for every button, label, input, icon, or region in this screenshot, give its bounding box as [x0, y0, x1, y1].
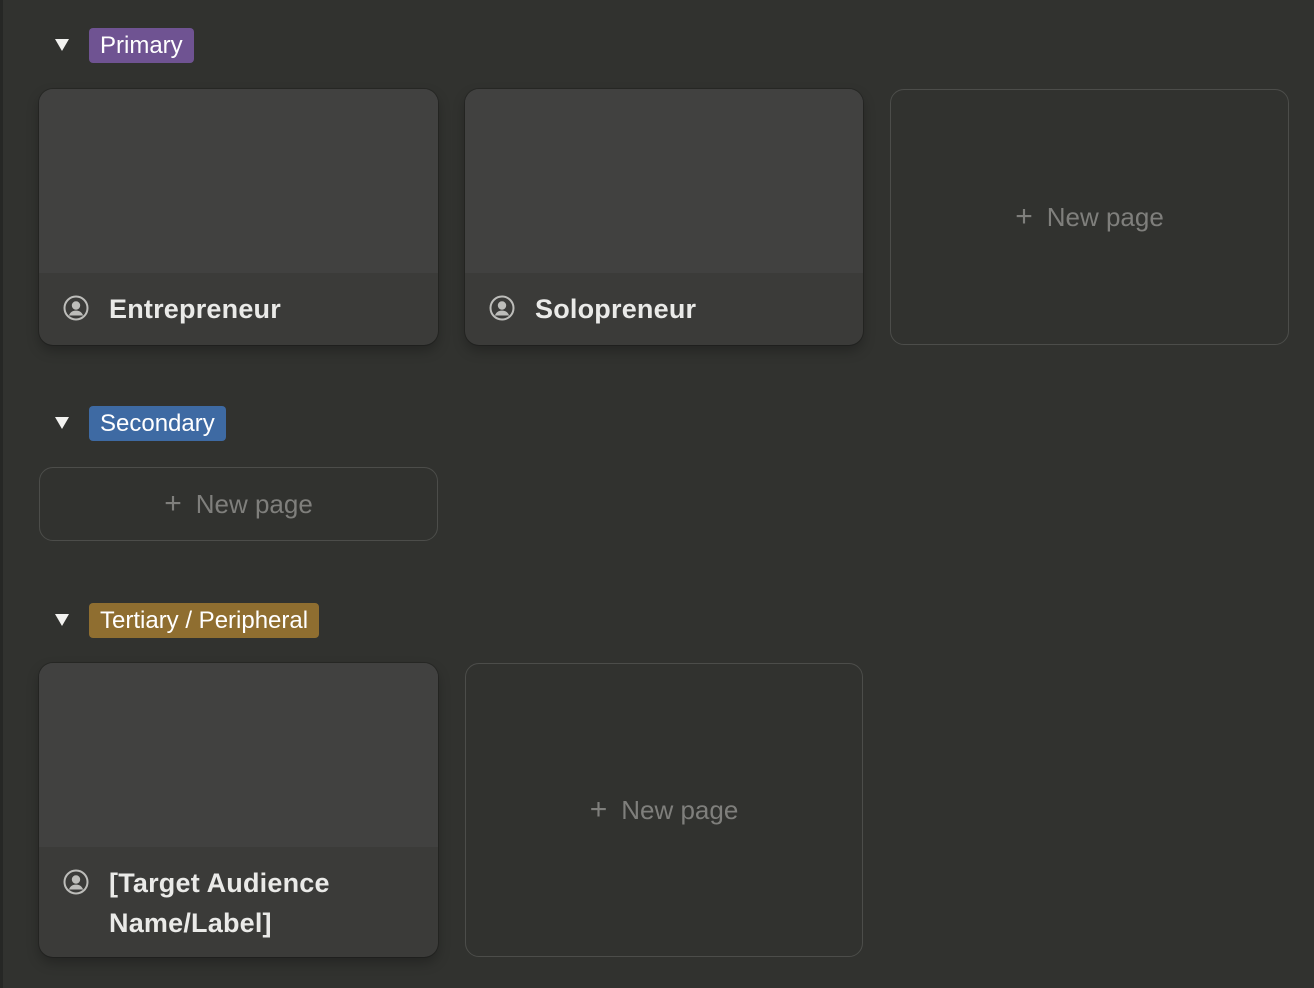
plus-icon: + [164, 487, 182, 520]
user-circle-icon [489, 295, 515, 321]
left-divider [0, 0, 3, 988]
card-target-audience[interactable]: [Target Audience Name/Label] [39, 663, 438, 957]
group-header-secondary: Secondary [52, 405, 226, 441]
new-page-label: New page [621, 794, 739, 825]
card-title: Solopreneur [535, 294, 697, 324]
card-title-row: Entrepreneur [39, 273, 438, 329]
card-cover [39, 89, 438, 273]
group-tag-secondary[interactable]: Secondary [89, 405, 226, 441]
triangle-down-icon[interactable] [52, 610, 72, 630]
new-page-label: New page [195, 488, 313, 519]
plus-icon: + [1015, 200, 1033, 233]
user-circle-icon [63, 295, 89, 321]
card-title: [Target Audience Name/Label] [109, 868, 330, 938]
card-title-row: Solopreneur [465, 273, 863, 329]
new-page-button-tertiary[interactable]: + New page [465, 663, 863, 957]
new-page-button-primary[interactable]: + New page [890, 89, 1289, 345]
new-page-label: New page [1046, 201, 1164, 232]
plus-icon: + [589, 793, 608, 826]
card-entrepreneur[interactable]: Entrepreneur [39, 89, 438, 345]
group-tag-primary[interactable]: Primary [89, 27, 194, 63]
card-cover [465, 89, 863, 273]
triangle-down-icon[interactable] [52, 35, 72, 55]
card-title-row: [Target Audience Name/Label] [39, 847, 438, 943]
user-circle-icon [63, 869, 89, 895]
group-tag-tertiary[interactable]: Tertiary / Peripheral [89, 602, 320, 638]
group-header-primary: Primary [52, 27, 194, 63]
card-cover [39, 663, 438, 847]
group-header-tertiary: Tertiary / Peripheral [52, 602, 320, 638]
card-solopreneur[interactable]: Solopreneur [465, 89, 863, 345]
card-title: Entrepreneur [109, 294, 281, 324]
new-page-button-secondary[interactable]: + New page [39, 467, 438, 541]
triangle-down-icon[interactable] [52, 413, 72, 433]
